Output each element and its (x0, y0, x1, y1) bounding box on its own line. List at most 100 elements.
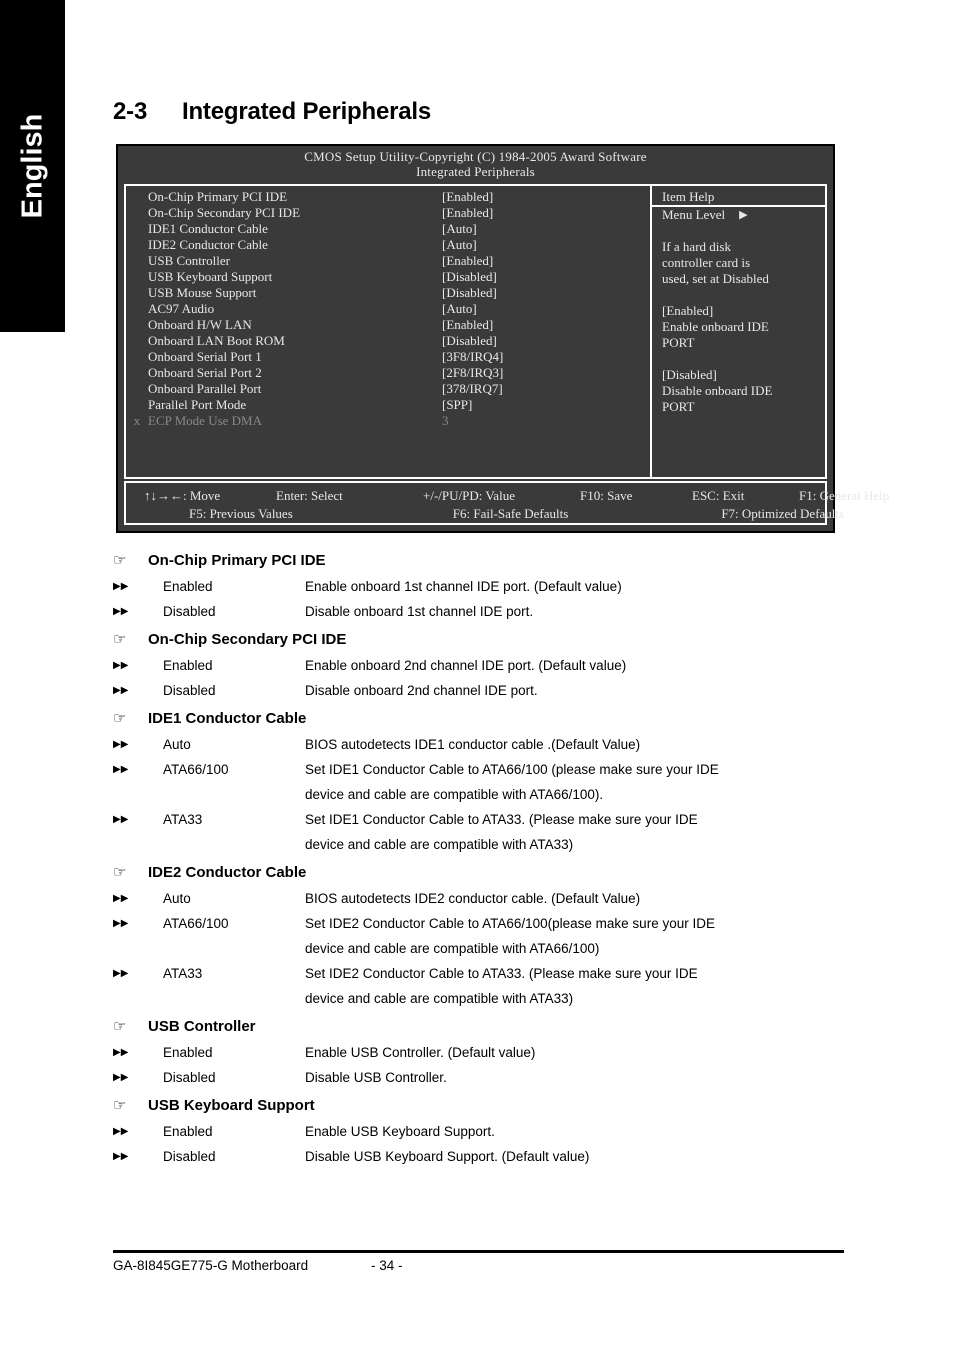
doc-option-name: ATA33 (163, 966, 203, 981)
doc-group-heading: ☞ IDE1 Conductor Cable (113, 710, 850, 727)
bios-option-disabled-marker (126, 189, 148, 205)
item-help-line (652, 223, 825, 239)
menu-level-arrow-icon: ▶ (739, 209, 748, 221)
doc-option-description: Disable onboard 2nd channel IDE port. (305, 683, 538, 698)
bios-option-name: Onboard H/W LAN (148, 317, 252, 332)
bios-option-value: [Disabled] (442, 333, 497, 348)
double-arrow-icon: ▶▶ (113, 1151, 129, 1162)
bios-option-row[interactable]: x ECP Mode Use DMA 3 (126, 413, 650, 429)
doc-option-description: Enable USB Controller. (Default value) (305, 1045, 536, 1060)
bios-option-name: USB Controller (148, 253, 230, 268)
double-arrow-icon: ▶▶ (113, 814, 129, 825)
bios-option-row[interactable]: Onboard Serial Port 1 [3F8/IRQ4] (126, 349, 650, 365)
section-title: Integrated Peripherals (182, 98, 432, 125)
bios-option-row[interactable]: On-Chip Primary PCI IDE [Enabled] (126, 189, 650, 205)
double-arrow-icon: ▶▶ (113, 606, 129, 617)
bios-key-legend-row-2: F5: Previous Values F6: Fail-Safe Default… (126, 505, 844, 523)
bios-option-disabled-marker (126, 381, 148, 397)
item-help-line (652, 287, 825, 303)
item-help-line: PORT (662, 335, 695, 350)
double-arrow-icon: ▶▶ (113, 660, 129, 671)
doc-group-heading: ☞ On-Chip Primary PCI IDE (113, 552, 850, 569)
bios-option-name: Onboard Parallel Port (148, 381, 262, 396)
doc-option-name: Auto (163, 891, 191, 906)
bios-option-row[interactable]: Parallel Port Mode [SPP] (126, 397, 650, 413)
double-arrow-icon: ▶▶ (113, 685, 129, 696)
bios-key-hint: Enter: Select (276, 488, 343, 503)
double-arrow-icon: ▶▶ (113, 764, 129, 775)
doc-group-heading: ☞ On-Chip Secondary PCI IDE (113, 631, 850, 648)
bios-option-value: 3 (442, 413, 449, 428)
doc-option-description-cont: device and cable are compatible with ATA… (305, 787, 604, 802)
footer-divider (113, 1250, 844, 1253)
doc-group-heading-label: IDE1 Conductor Cable (148, 710, 307, 727)
bios-option-list: On-Chip Primary PCI IDE [Enabled] On-Chip … (126, 186, 650, 477)
item-help-line: If a hard disk (662, 239, 731, 254)
bios-option-disabled-marker (126, 253, 148, 269)
bios-option-value: [378/IRQ7] (442, 381, 503, 396)
item-help-line: Enable onboard IDE (662, 319, 769, 334)
doc-option-name: ATA66/100 (163, 762, 229, 777)
bios-option-name: On-Chip Secondary PCI IDE (148, 205, 301, 220)
option-documentation: ☞ On-Chip Primary PCI IDE ▶▶ Enabled Enable … (113, 552, 850, 1176)
item-help-text: If a hard disk controller card is used, se… (652, 223, 825, 415)
bios-option-row[interactable]: AC97 Audio [Auto] (126, 301, 650, 317)
doc-option-row: ▶▶ ATA33 Set IDE1 Conductor Cable to ATA33… (113, 807, 850, 857)
bios-option-row[interactable]: USB Mouse Support [Disabled] (126, 285, 650, 301)
page-footer: GA-8I845GE775-G Motherboard - 34 - (113, 1258, 844, 1273)
doc-option-name: Enabled (163, 658, 213, 673)
doc-option-name: Disabled (163, 1149, 216, 1164)
bios-option-row[interactable]: Onboard Parallel Port [378/IRQ7] (126, 381, 650, 397)
doc-option-name: Enabled (163, 579, 213, 594)
doc-option-row: ▶▶ Enabled Enable onboard 2nd channel IDE … (113, 653, 850, 678)
bios-option-row[interactable]: IDE1 Conductor Cable [Auto] (126, 221, 650, 237)
doc-group: ☞ USB Controller ▶▶ Enabled Enable USB Contr… (113, 1018, 850, 1090)
bios-option-row[interactable]: USB Keyboard Support [Disabled] (126, 269, 650, 285)
bios-option-name: IDE2 Conductor Cable (148, 237, 268, 252)
bios-option-row[interactable]: Onboard LAN Boot ROM [Disabled] (126, 333, 650, 349)
bios-option-disabled-marker (126, 333, 148, 349)
doc-group: ☞ IDE1 Conductor Cable ▶▶ Auto BIOS autodete… (113, 710, 850, 857)
doc-option-row: ▶▶ Disabled Disable onboard 2nd channel ID… (113, 678, 850, 703)
double-arrow-icon: ▶▶ (113, 1072, 129, 1083)
bios-option-row[interactable]: Onboard Serial Port 2 [2F8/IRQ3] (126, 365, 650, 381)
doc-option-description: Set IDE1 Conductor Cable to ATA33. (Plea… (305, 807, 850, 857)
bios-option-disabled-marker: x (133, 413, 141, 428)
bios-option-value: [Disabled] (442, 269, 497, 284)
doc-option-name: Enabled (163, 1124, 213, 1139)
doc-option-description: Set IDE2 Conductor Cable to ATA66/100(pl… (305, 911, 850, 961)
doc-option-row: ▶▶ Disabled Disable onboard 1st channel ID… (113, 599, 850, 624)
bios-option-row[interactable]: Onboard H/W LAN [Enabled] (126, 317, 650, 333)
menu-level-row: Menu Level ▶ (652, 207, 825, 223)
bios-option-row[interactable]: IDE2 Conductor Cable [Auto] (126, 237, 650, 253)
bios-option-disabled-marker (126, 221, 148, 237)
bios-key-hint: F6: Fail-Safe Defaults (452, 506, 569, 521)
bios-option-row[interactable]: USB Controller [Enabled] (126, 253, 650, 269)
language-tab-label: English (16, 113, 48, 219)
bios-key-hint: F5: Previous Values (189, 506, 293, 521)
bios-option-disabled-marker (126, 269, 148, 285)
doc-option-row: ▶▶ Auto BIOS autodetects IDE2 conductor ca… (113, 886, 850, 911)
doc-option-name: Disabled (163, 1070, 216, 1085)
doc-option-description: Disable onboard 1st channel IDE port. (305, 604, 534, 619)
pointing-hand-icon: ☞ (113, 631, 127, 648)
doc-option-row: ▶▶ ATA66/100 Set IDE2 Conductor Cable to A… (113, 911, 850, 961)
item-help-line: [Enabled] (662, 303, 714, 318)
item-help-title: Item Help (652, 189, 825, 207)
bios-option-row[interactable]: On-Chip Secondary PCI IDE [Enabled] (126, 205, 650, 221)
bios-option-disabled-marker (126, 397, 148, 413)
doc-option-row: ▶▶ ATA66/100 Set IDE1 Conductor Cable to A… (113, 757, 850, 807)
bios-option-value: [Enabled] (442, 317, 494, 332)
doc-group: ☞ USB Keyboard Support ▶▶ Enabled Enable USB… (113, 1097, 850, 1169)
bios-option-value: [SPP] (442, 397, 473, 412)
bios-option-disabled-marker (126, 237, 148, 253)
menu-level-label: Menu Level (662, 207, 726, 222)
bios-title-line1: CMOS Setup Utility-Copyright (C) 1984-20… (304, 149, 647, 164)
item-help-line: Disable onboard IDE (662, 383, 773, 398)
bios-option-value: [Disabled] (442, 285, 497, 300)
doc-option-row: ▶▶ Enabled Enable USB Keyboard Support. (113, 1119, 850, 1144)
bios-option-value: [Auto] (442, 221, 477, 236)
bios-key-legend-row-1: ↑↓→←: Move Enter: Select +/-/PU/PD: Value F… (126, 487, 889, 505)
doc-group-heading: ☞ USB Controller (113, 1018, 850, 1035)
double-arrow-icon: ▶▶ (113, 1126, 129, 1137)
